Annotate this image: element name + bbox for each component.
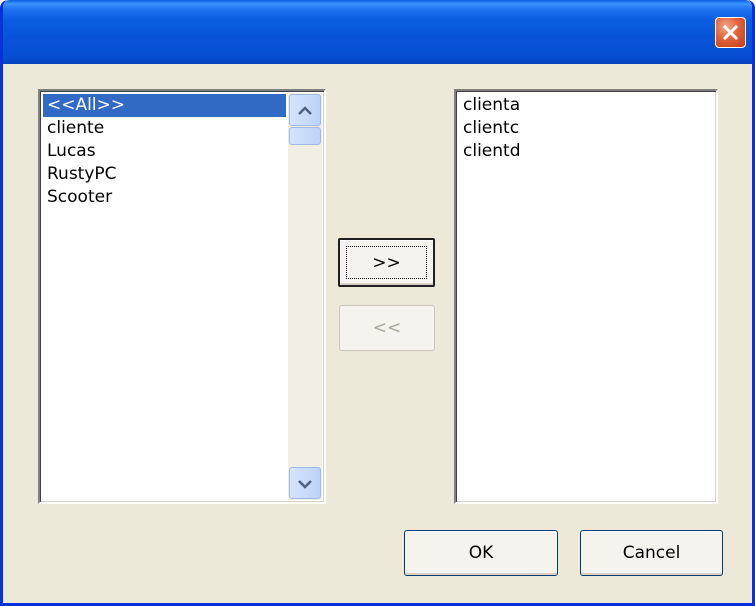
scroll-down-arrow-icon — [298, 474, 312, 493]
list-item[interactable]: cliente — [43, 117, 286, 140]
scroll-thumb[interactable] — [289, 127, 321, 145]
ok-button-label: OK — [468, 543, 494, 563]
list-item[interactable]: <<All>> — [43, 94, 286, 117]
selected-items: clienta clientc clientd — [459, 94, 714, 163]
available-items: <<All>> cliente Lucas RustyPC Scooter — [43, 94, 286, 209]
remove-button-label: << — [372, 318, 402, 338]
close-icon — [722, 24, 739, 41]
scroll-up-button[interactable] — [289, 94, 321, 126]
vertical-scrollbar[interactable] — [288, 93, 322, 500]
cancel-button-label: Cancel — [622, 543, 681, 563]
add-button[interactable]: >> — [338, 238, 435, 287]
focus-rectangle — [346, 246, 427, 279]
list-item[interactable]: Scooter — [43, 186, 286, 209]
available-items-list[interactable]: <<All>> cliente Lucas RustyPC Scooter — [38, 89, 326, 504]
ok-button[interactable]: OK — [404, 530, 558, 576]
cancel-button[interactable]: Cancel — [580, 530, 723, 576]
list-item[interactable]: Lucas — [43, 140, 286, 163]
selected-items-list[interactable]: clienta clientc clientd — [454, 89, 718, 504]
remove-button[interactable]: << — [339, 305, 435, 351]
scroll-up-arrow-icon — [298, 101, 312, 120]
list-item[interactable]: clienta — [459, 94, 714, 117]
scroll-down-button[interactable] — [289, 467, 321, 499]
list-item[interactable]: RustyPC — [43, 163, 286, 186]
title-bar[interactable] — [3, 0, 752, 64]
dialog-window: <<All>> cliente Lucas RustyPC Scooter >>… — [0, 0, 755, 606]
list-item[interactable]: clientd — [459, 140, 714, 163]
list-item[interactable]: clientc — [459, 117, 714, 140]
close-button[interactable] — [715, 17, 746, 48]
